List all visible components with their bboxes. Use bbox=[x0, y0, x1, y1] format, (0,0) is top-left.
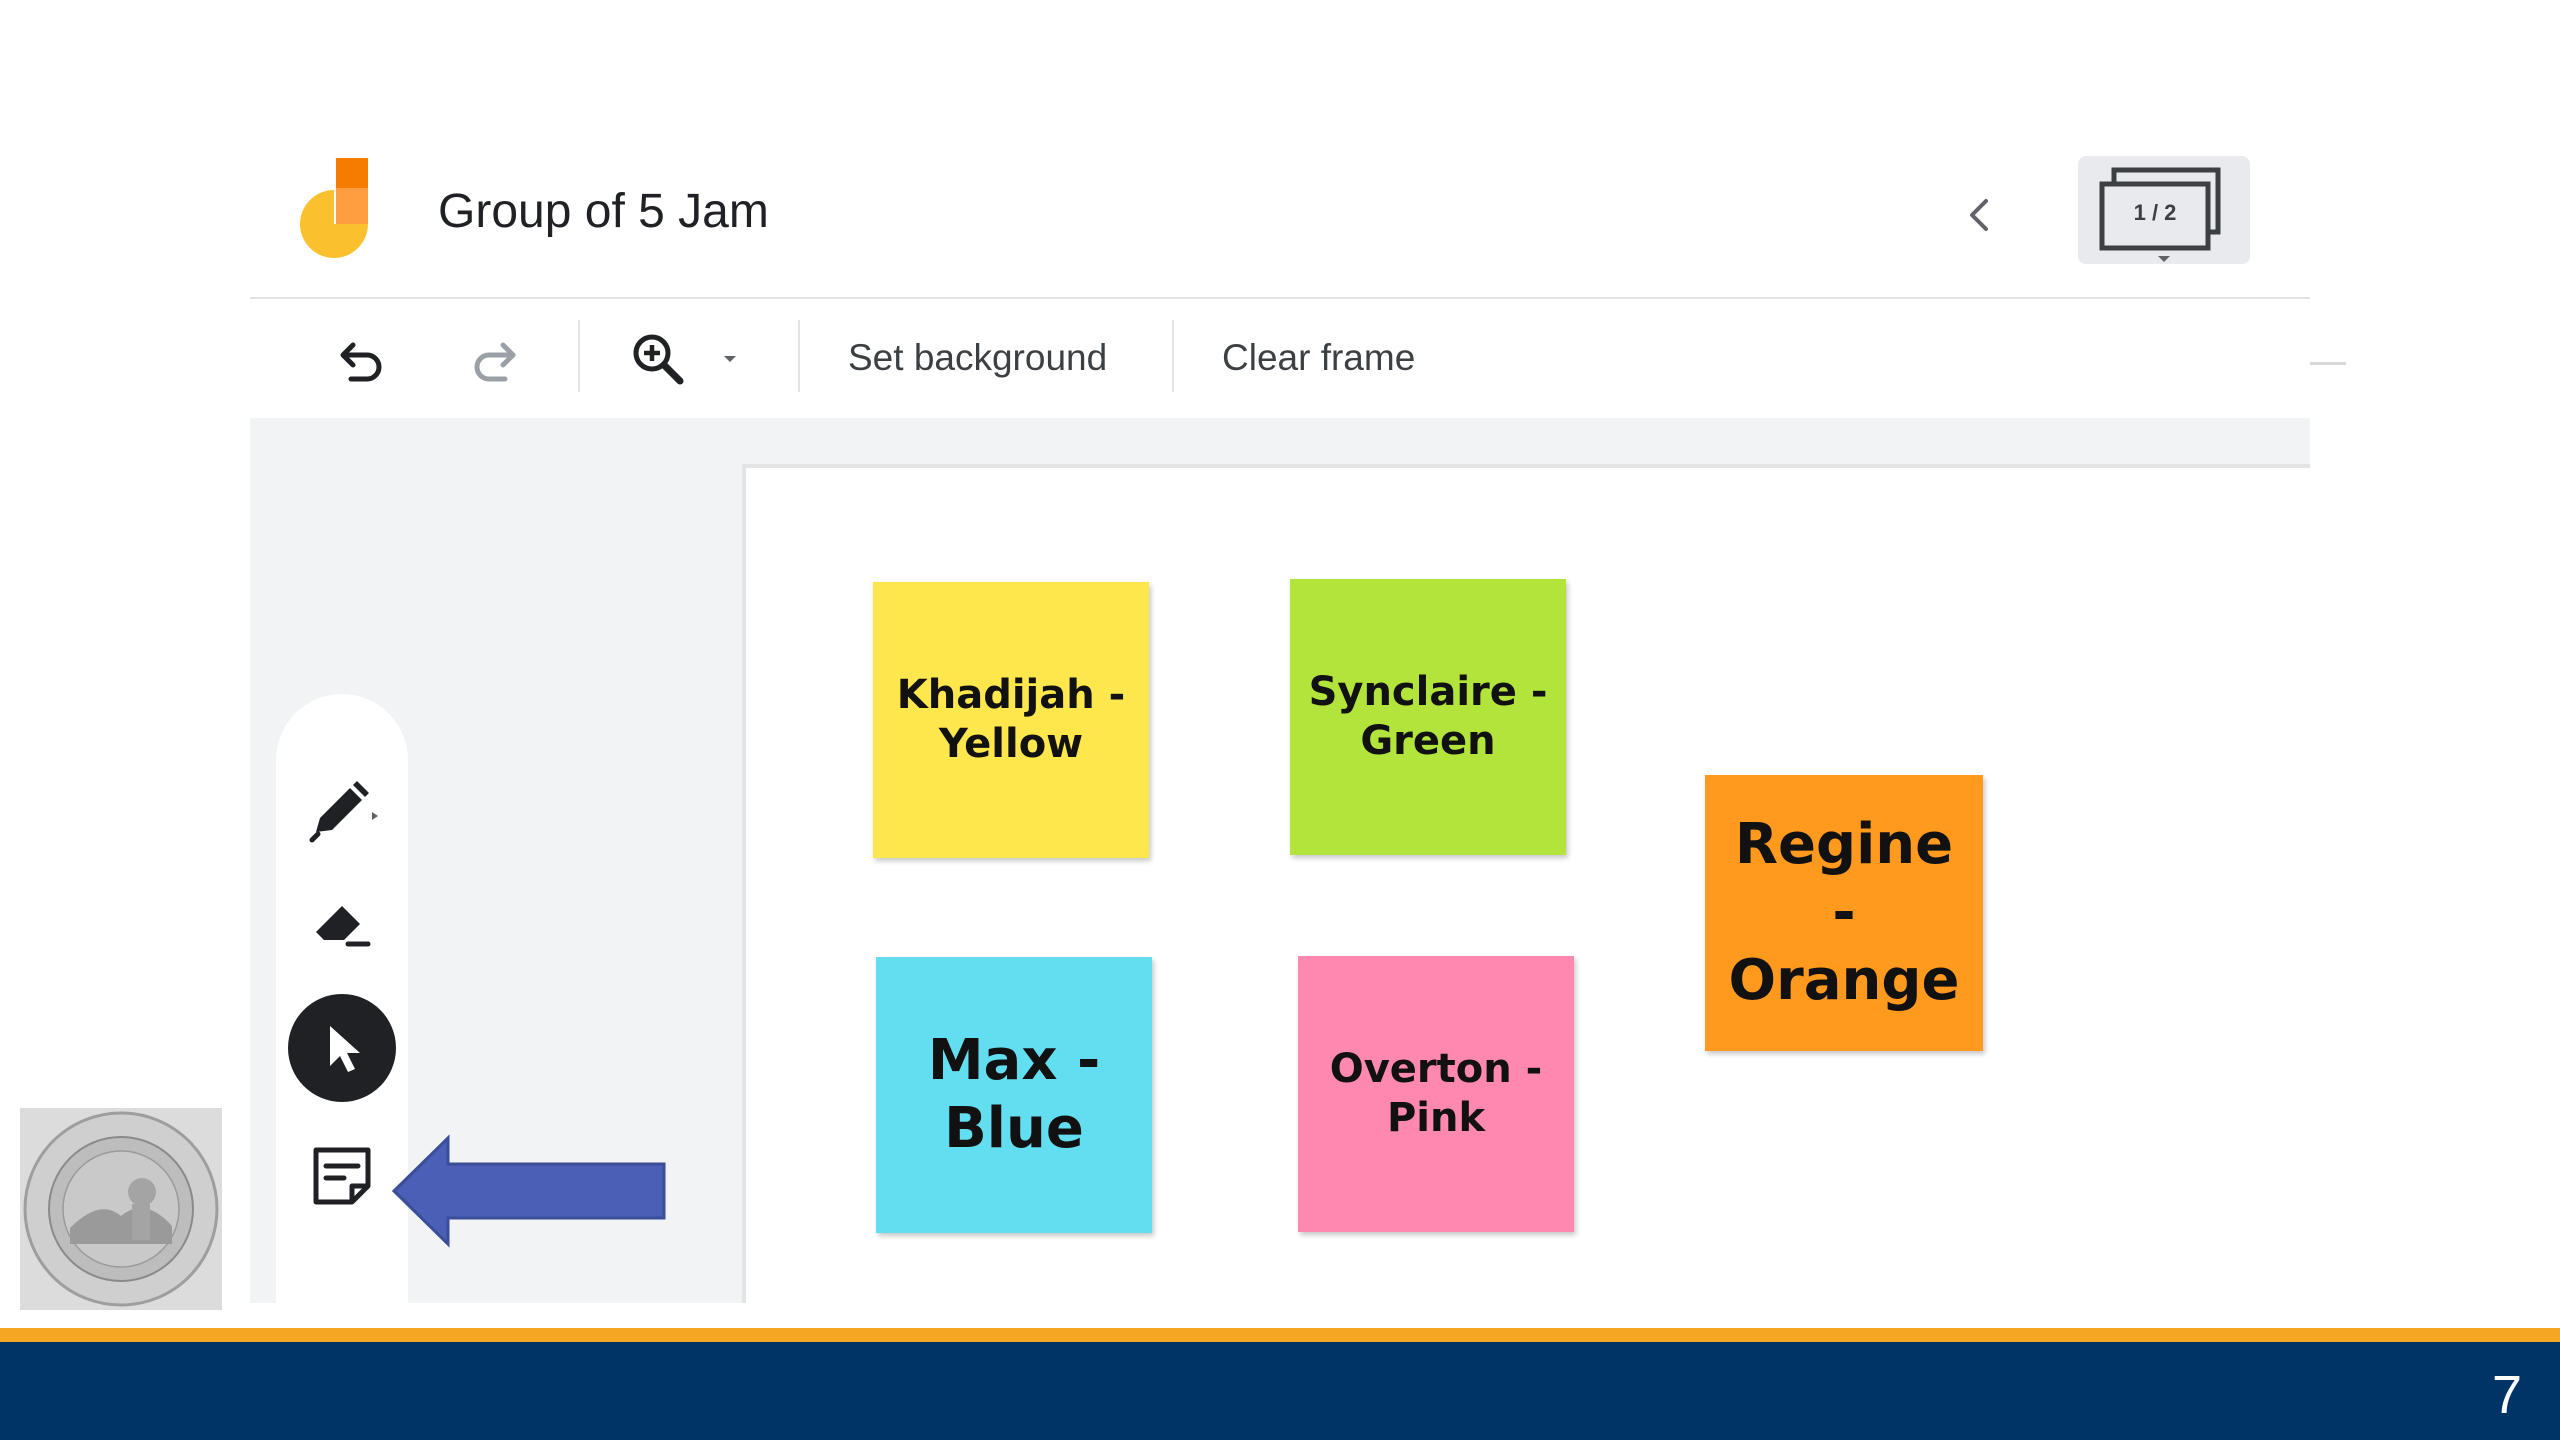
redo-button[interactable] bbox=[458, 326, 528, 392]
footer-accent-stripe bbox=[0, 1328, 2560, 1342]
sticky-note-pink[interactable]: Overton - Pink bbox=[1298, 956, 1574, 1232]
note-text: Overton - Pink bbox=[1329, 1046, 1543, 1141]
collapse-button[interactable] bbox=[1950, 185, 2010, 245]
redo-icon bbox=[474, 342, 516, 382]
header-divider bbox=[250, 297, 2310, 299]
sticky-note-green[interactable]: Synclaire - Green bbox=[1290, 579, 1566, 855]
slide-number: 7 bbox=[2491, 1365, 2522, 1425]
frame-counter: 1 / 2 bbox=[2133, 200, 2177, 225]
frame-bar-toggle[interactable]: 1 / 2 bbox=[2078, 156, 2250, 264]
state-seal-icon bbox=[23, 1111, 219, 1307]
sticky-note-icon bbox=[313, 1147, 371, 1205]
commission-seal bbox=[20, 1108, 222, 1310]
undo-icon bbox=[340, 342, 382, 382]
jamboard-logo bbox=[300, 158, 368, 258]
callout-arrow-icon bbox=[391, 1134, 666, 1248]
toolbar-divider bbox=[1172, 320, 1174, 392]
pen-icon bbox=[309, 781, 378, 843]
sticky-note-yellow[interactable]: Khadijah - Yellow bbox=[873, 582, 1149, 858]
zoom-button[interactable] bbox=[623, 326, 693, 392]
note-text: Khadijah - Yellow bbox=[896, 672, 1126, 767]
caret-down-icon bbox=[724, 356, 736, 362]
undo-button[interactable] bbox=[328, 326, 398, 392]
app-header: Group of 5 Jam 1 / 2 bbox=[250, 140, 2310, 298]
eraser-tool[interactable] bbox=[292, 872, 392, 972]
jam-title[interactable]: Group of 5 Jam bbox=[438, 184, 769, 239]
sticky-note-tool[interactable] bbox=[292, 1126, 392, 1226]
zoom-dropdown[interactable] bbox=[710, 326, 750, 392]
eraser-icon bbox=[316, 906, 371, 947]
note-text: Max - Blue bbox=[927, 1027, 1101, 1161]
toolbar: Set background Clear frame bbox=[250, 300, 2310, 418]
set-background-button[interactable]: Set background bbox=[848, 330, 1107, 386]
sticky-note-blue[interactable]: Max - Blue bbox=[876, 957, 1152, 1233]
toolbar-edge-mark bbox=[2310, 362, 2346, 365]
chevron-left-icon bbox=[1970, 199, 1988, 231]
toolbar-divider bbox=[578, 320, 580, 392]
cursor-icon bbox=[330, 1026, 360, 1072]
note-text: Regine - Orange bbox=[1728, 811, 1960, 1014]
pen-tool[interactable] bbox=[292, 760, 392, 860]
clear-frame-button[interactable]: Clear frame bbox=[1222, 330, 1415, 386]
note-text: Synclaire - Green bbox=[1308, 669, 1548, 764]
footer-bar: 7 bbox=[0, 1342, 2560, 1440]
sticky-note-orange[interactable]: Regine - Orange bbox=[1705, 775, 1983, 1051]
toolbar-divider bbox=[798, 320, 800, 392]
select-tool[interactable] bbox=[288, 994, 396, 1102]
zoom-in-icon bbox=[633, 334, 684, 385]
